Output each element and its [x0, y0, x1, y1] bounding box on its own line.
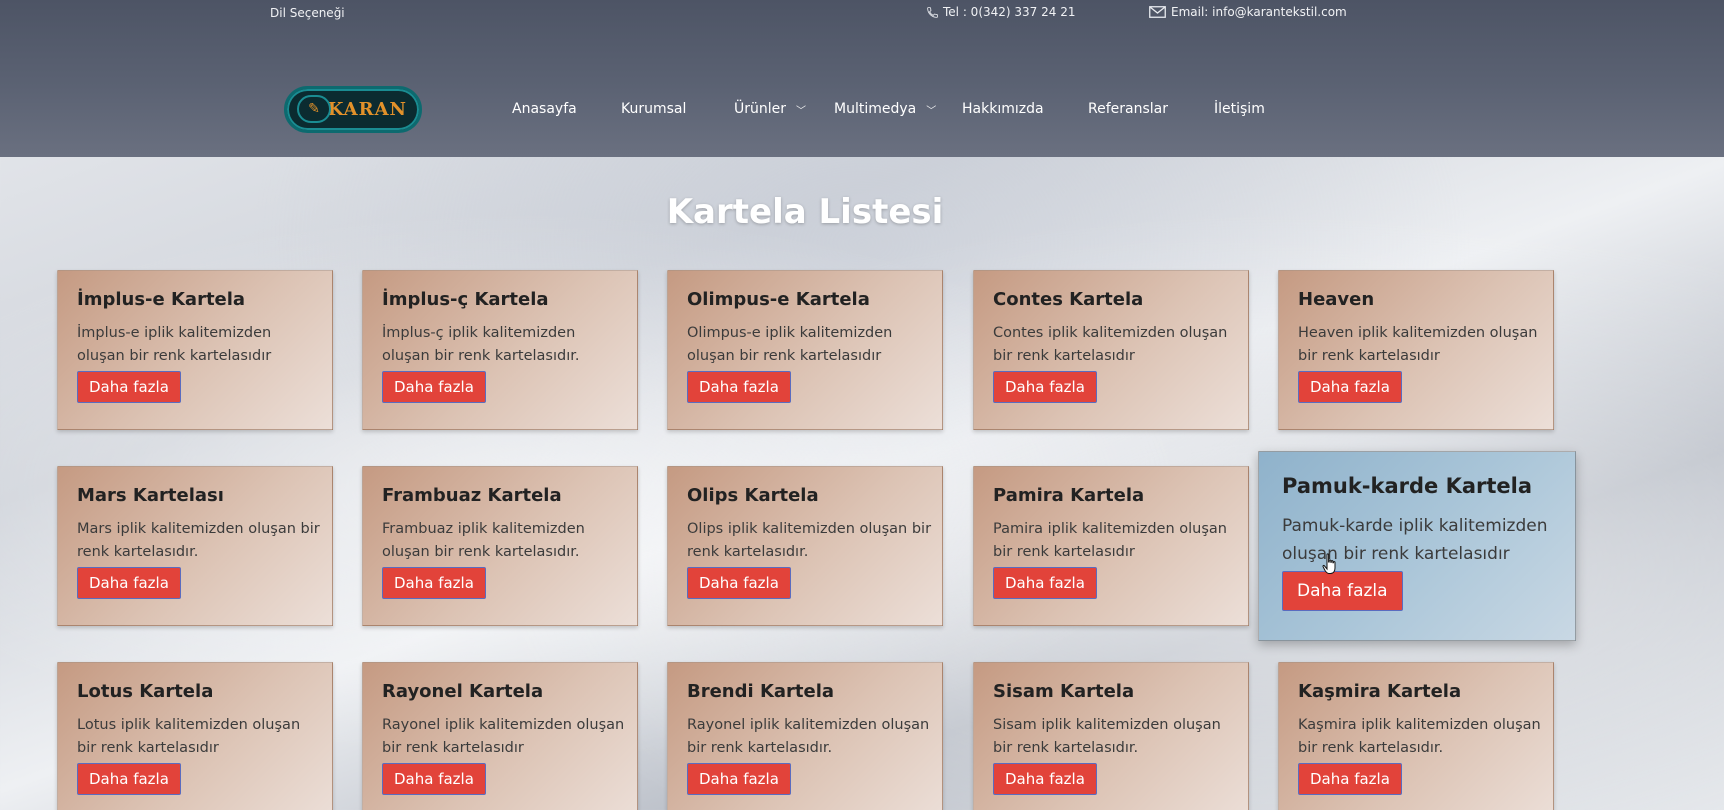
card-title: Pamuk-karde Kartela	[1282, 474, 1533, 498]
kartela-card: Mars Kartelası Mars iplik kalitemizden o…	[57, 466, 333, 626]
nav-hakkimizda[interactable]: Hakkımızda	[962, 101, 1044, 117]
nav-label: Multimedya	[834, 101, 917, 117]
nav-label: Kurumsal	[621, 101, 687, 117]
card-title: Pamira Kartela	[993, 485, 1145, 506]
email-text: Email: info@karantekstil.com	[1171, 5, 1347, 19]
card-description: Heaven iplik kalitemizden oluşan bir ren…	[1298, 325, 1538, 364]
kartela-card: Pamira Kartela Pamira iplik kalitemizden…	[973, 466, 1249, 626]
more-button[interactable]: Daha fazla	[77, 567, 181, 599]
kartela-card: Rayonel Kartela Rayonel iplik kalitemizd…	[362, 662, 638, 810]
nav-label: İletişim	[1214, 101, 1265, 117]
phone-text: Tel : 0(342) 337 24 21	[943, 5, 1076, 19]
card-title: Rayonel Kartela	[382, 681, 544, 702]
nav-label: Ürünler	[734, 101, 787, 117]
more-button[interactable]: Daha fazla	[993, 567, 1097, 599]
kartela-card: Olips Kartela Olips iplik kalitemizden o…	[667, 466, 943, 626]
card-title: Sisam Kartela	[993, 681, 1135, 702]
card-description: Olips iplik kalitemizden oluşan bir renk…	[687, 521, 932, 560]
more-button[interactable]: Daha fazla	[77, 371, 181, 403]
more-button[interactable]: Daha fazla	[687, 763, 791, 795]
kartela-card: Frambuaz Kartela Frambuaz iplik kalitemi…	[362, 466, 638, 626]
more-button[interactable]: Daha fazla	[77, 763, 181, 795]
card-description: İmplus-ç iplik kalitemizden oluşan bir r…	[382, 325, 580, 364]
more-button[interactable]: Daha fazla	[382, 371, 486, 403]
card-description: İmplus-e iplik kalitemizden oluşan bir r…	[77, 325, 272, 364]
card-title: Frambuaz Kartela	[382, 485, 562, 506]
card-title: Olips Kartela	[687, 485, 819, 506]
top-bar: Dil Seçeneği Tel : 0(342) 337 24 21 Emai…	[0, 0, 1724, 28]
card-description: Contes iplik kalitemizden oluşan bir ren…	[993, 325, 1228, 364]
card-description: Lotus iplik kalitemizden oluşan bir renk…	[77, 717, 301, 756]
kartela-card: Heaven Heaven iplik kalitemizden oluşan …	[1278, 270, 1554, 430]
card-description: Sisam iplik kalitemizden oluşan bir renk…	[993, 717, 1221, 756]
kartela-card-hovered: Pamuk-karde Kartela Pamuk-karde iplik ka…	[1258, 451, 1576, 641]
nav-label: Anasayfa	[512, 101, 577, 117]
phone-contact[interactable]: Tel : 0(342) 337 24 21	[926, 5, 1075, 19]
nav-kurumsal[interactable]: Kurumsal	[621, 101, 686, 117]
card-title: Contes Kartela	[993, 289, 1144, 310]
card-title: Heaven	[1298, 289, 1375, 310]
card-description: Mars iplik kalitemizden oluşan bir renk …	[77, 521, 320, 560]
more-button[interactable]: Daha fazla	[993, 371, 1097, 403]
envelope-icon	[1149, 6, 1166, 18]
card-description: Kaşmira iplik kalitemizden oluşan bir re…	[1298, 717, 1541, 756]
more-button[interactable]: Daha fazla	[382, 567, 486, 599]
more-button[interactable]: Daha fazla	[1282, 571, 1403, 611]
nav-referanslar[interactable]: Referanslar	[1088, 101, 1168, 117]
card-title: Brendi Kartela	[687, 681, 835, 702]
card-description: Frambuaz iplik kalitemizden oluşan bir r…	[382, 521, 585, 560]
nav-urunler[interactable]: Ürünler ﹀	[734, 101, 806, 117]
nav-iletisim[interactable]: İletişim	[1214, 101, 1265, 117]
language-selector[interactable]: Dil Seçeneği	[270, 6, 345, 20]
card-description: Rayonel iplik kalitemizden oluşan bir re…	[687, 717, 930, 756]
more-button[interactable]: Daha fazla	[1298, 371, 1402, 403]
card-title: Lotus Kartela	[77, 681, 214, 702]
nav-anasayfa[interactable]: Anasayfa	[512, 101, 577, 117]
card-description: Pamira iplik kalitemizden oluşan bir ren…	[993, 521, 1227, 560]
phone-icon	[927, 6, 938, 18]
card-title: Mars Kartelası	[77, 485, 224, 506]
nav-label: Hakkımızda	[962, 101, 1044, 117]
more-button[interactable]: Daha fazla	[687, 567, 791, 599]
page-title: Kartela Listesi	[666, 192, 944, 232]
chevron-down-icon[interactable]: ﹀	[926, 102, 936, 117]
chevron-down-icon[interactable]: ﹀	[796, 102, 806, 117]
kartela-card: Sisam Kartela Sisam iplik kalitemizden o…	[973, 662, 1249, 810]
email-contact[interactable]: Email: info@karantekstil.com	[1149, 5, 1347, 19]
card-title: Kaşmira Kartela	[1298, 681, 1462, 702]
kartela-card: İmplus-e Kartela İmplus-e iplik kalitemi…	[57, 270, 333, 430]
more-button[interactable]: Daha fazla	[382, 763, 486, 795]
nav-multimedya[interactable]: Multimedya ﹀	[834, 101, 936, 117]
more-button[interactable]: Daha fazla	[687, 371, 791, 403]
nav-label: Referanslar	[1088, 101, 1168, 117]
card-title: İmplus-e Kartela	[77, 289, 246, 310]
card-title: İmplus-ç Kartela	[382, 289, 549, 310]
hand-pointer-icon	[1322, 553, 1336, 574]
more-button[interactable]: Daha fazla	[993, 763, 1097, 795]
kartela-card: İmplus-ç Kartela İmplus-ç iplik kalitemi…	[362, 270, 638, 430]
card-title: Olimpus-e Kartela	[687, 289, 870, 310]
kartela-card: Lotus Kartela Lotus iplik kalitemizden o…	[57, 662, 333, 810]
kartela-card: Contes Kartela Contes iplik kalitemizden…	[973, 270, 1249, 430]
card-description: Olimpus-e iplik kalitemizden oluşan bir …	[687, 325, 893, 364]
more-button[interactable]: Daha fazla	[1298, 763, 1402, 795]
site-header: Dil Seçeneği Tel : 0(342) 337 24 21 Emai…	[0, 0, 1724, 157]
kartela-card: Olimpus-e Kartela Olimpus-e iplik kalite…	[667, 270, 943, 430]
kartela-card: Brendi Kartela Rayonel iplik kalitemizde…	[667, 662, 943, 810]
kartela-card: Kaşmira Kartela Kaşmira iplik kalitemizd…	[1278, 662, 1554, 810]
card-description: Rayonel iplik kalitemizden oluşan bir re…	[382, 717, 625, 756]
main-nav: Anasayfa Kurumsal Ürünler ﹀ Multimedya ﹀ H…	[0, 101, 1724, 121]
